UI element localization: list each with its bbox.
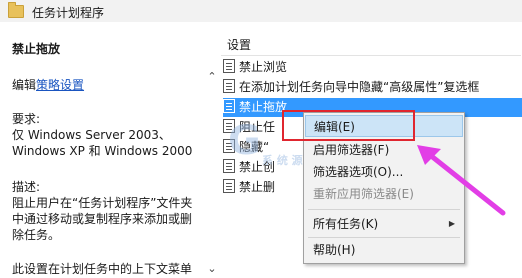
policy-heading: 禁止拖放 [12, 42, 61, 56]
folder-icon [8, 2, 24, 18]
menu-separator [308, 237, 460, 238]
annotation-arrow-icon [417, 145, 506, 216]
policy-settings-link[interactable]: 策略设置 [36, 78, 84, 92]
policy-icon [223, 79, 235, 93]
menu-item-help[interactable]: 帮助(H) [305, 239, 463, 261]
description-panel: 禁止拖放 编辑策略设置 要求: 仅 Windows Server 2003、 W… [0, 22, 205, 278]
requirements-label: 要求: [12, 112, 41, 126]
policy-icon [223, 59, 235, 73]
setting-label: 禁止删 [239, 180, 276, 194]
window-title: 任务计划程序 [32, 6, 105, 20]
setting-row-browse[interactable]: 禁止浏览 [223, 58, 522, 77]
policy-icon [223, 179, 235, 193]
description-line-4: 此设置在计划任务中的上下文菜单 [12, 262, 193, 276]
highlight-annotation-box [282, 110, 415, 141]
setting-label: 禁止拖放 [239, 100, 288, 114]
requirements-line-1: 仅 Windows Server 2003、 [12, 128, 171, 142]
setting-row-hide-advanced[interactable]: 在添加计划任务向导中隐藏“高级属性”复选框 [223, 78, 522, 97]
policy-icon [223, 99, 235, 113]
description-line-2: 中通过移动或复制程序来添加或删 [12, 212, 193, 226]
scroll-down-icon[interactable]: ⌄ [205, 262, 219, 276]
setting-label: 禁止浏览 [239, 60, 288, 74]
description-label: 描述: [12, 180, 41, 194]
requirements-line-2: Windows XP 和 Windows 2000 [12, 144, 193, 158]
watermark-logo: G [228, 118, 261, 164]
header-divider [221, 55, 521, 56]
edit-policy-line: 编辑策略设置 [12, 76, 84, 93]
title-bar: 任务计划程序 [0, 0, 522, 23]
description-line-1: 阻止用户在“任务计划程序”文件夹 [12, 196, 193, 210]
setting-label: 在添加计划任务向导中隐藏“高级属性”复选框 [239, 80, 480, 94]
settings-column-header[interactable]: 设置 [227, 36, 251, 53]
description-line-3: 除任务。 [12, 228, 61, 242]
edit-prefix: 编辑 [12, 78, 37, 92]
scroll-up-icon[interactable]: ⌃ [205, 70, 219, 84]
